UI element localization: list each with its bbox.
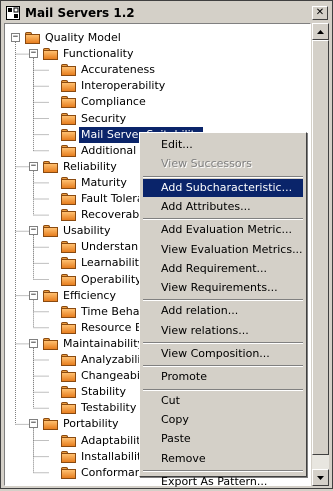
tree-leaf-label[interactable]: Stability [79, 384, 128, 400]
window-title: Mail Servers 1.2 [25, 5, 135, 20]
tree-group-label[interactable]: Reliability [61, 159, 119, 175]
menu-item-export-as-pattern[interactable]: Export As Pattern... [143, 473, 303, 491]
tree-leaf-label[interactable]: Interoperability [79, 78, 167, 94]
menu-item-view-evaluation-metrics[interactable]: View Evaluation Metrics... [143, 241, 303, 259]
menu-item-edit[interactable]: Edit... [143, 136, 303, 154]
tree-leaf-label[interactable]: Fault Tolera [79, 191, 146, 207]
menu-separator [143, 175, 303, 178]
menu-item-copy[interactable]: Copy [143, 411, 303, 429]
tree-leaf-label[interactable]: Resource E [79, 320, 144, 336]
mail-server-app-icon [5, 5, 21, 21]
menu-item-add-subcharacteristic[interactable]: Add Subcharacteristic... [143, 178, 303, 197]
close-icon: ✕ [315, 6, 325, 18]
collapse-toggle[interactable]: − [29, 49, 38, 59]
menu-item-promote[interactable]: Promote [143, 368, 303, 386]
tree-group-label[interactable]: Maintainability [61, 336, 146, 352]
menu-item-add-attributes[interactable]: Add Attributes... [143, 198, 303, 216]
menu-item-add-relation[interactable]: Add relation... [143, 302, 303, 320]
menu-item-cut[interactable]: Cut [143, 392, 303, 410]
collapse-toggle[interactable]: − [29, 226, 38, 236]
menu-item-add-evaluation-metric[interactable]: Add Evaluation Metric... [143, 221, 303, 239]
tree-group-label[interactable]: Usability [61, 223, 113, 239]
scroll-up-button[interactable] [312, 23, 329, 40]
folder-icon [60, 434, 76, 447]
menu-separator [143, 469, 303, 472]
menu-item-view-requirements[interactable]: View Requirements... [143, 279, 303, 297]
folder-icon [60, 353, 76, 366]
close-button[interactable]: ✕ [312, 5, 328, 20]
arrow-up-icon [317, 29, 324, 34]
folder-icon [60, 192, 76, 205]
menu-separator [143, 365, 303, 368]
menu-item-view-relations[interactable]: View relations... [143, 322, 303, 340]
folder-icon [60, 128, 76, 141]
folder-icon [60, 144, 76, 157]
tree-group-label[interactable]: Efficiency [61, 288, 118, 304]
menu-separator [143, 342, 303, 344]
scroll-down-button[interactable] [312, 469, 329, 486]
folder-icon [42, 47, 58, 61]
folder-icon [42, 224, 58, 238]
folder-icon [60, 466, 76, 479]
folder-icon [42, 289, 58, 302]
tree-leaf-label[interactable]: Security [79, 111, 128, 127]
tree-leaf-label[interactable]: Compliance [79, 94, 148, 110]
collapse-toggle[interactable]: − [29, 161, 38, 171]
tree-leaf-label[interactable]: Conforman [79, 465, 144, 481]
collapse-toggle[interactable]: − [11, 33, 20, 42]
vertical-scrollbar[interactable] [312, 23, 329, 486]
folder-icon [60, 176, 76, 189]
menu-item-view-composition[interactable]: View Composition... [143, 345, 303, 363]
arrow-down-icon [317, 475, 324, 480]
tree-leaf-label[interactable]: Learnabilit [79, 255, 141, 271]
menu-separator [143, 299, 303, 302]
tree-root-label[interactable]: Quality Model [43, 30, 123, 46]
tree-leaf-label[interactable]: Analyzabili [79, 352, 142, 368]
tree-leaf-label[interactable]: Changeabili [79, 368, 148, 384]
menu-item-add-requirement[interactable]: Add Requirement... [143, 260, 303, 278]
menu-item-paste[interactable]: Paste [143, 430, 303, 448]
folder-icon [60, 321, 76, 334]
menu-item-view-successors: View Successors [161, 157, 252, 171]
folder-icon [60, 112, 76, 125]
folder-icon [60, 305, 76, 318]
context-menu: Edit... View Successors Add Subcharacteris… [139, 132, 307, 488]
folder-icon [42, 417, 58, 431]
tree-group-label[interactable]: Functionality [61, 46, 135, 62]
folder-icon [60, 95, 76, 109]
folder-icon [60, 369, 76, 383]
menu-item-remove[interactable]: Remove [143, 450, 303, 468]
menu-separator [143, 388, 303, 391]
tree-group-label[interactable]: Portability [61, 416, 121, 432]
folder-icon [42, 337, 58, 350]
tree-leaf-label[interactable]: Testability [79, 400, 138, 416]
folder-icon [60, 401, 76, 415]
folder-icon [60, 79, 76, 93]
folder-icon [60, 256, 76, 270]
tree-leaf-label[interactable]: Recoverab [79, 207, 141, 223]
tree-leaf-label[interactable]: Time Behav [79, 304, 148, 320]
tree-leaf-label[interactable]: Accurateness [79, 62, 157, 78]
menu-separator [143, 218, 303, 221]
mail-servers-window: Mail Servers 1.2 ✕ − Quality Model − Functi… [0, 0, 333, 489]
folder-icon [60, 240, 76, 254]
folder-icon [60, 385, 76, 399]
folder-icon [60, 208, 76, 222]
tree-leaf-label[interactable]: Operability [79, 272, 144, 288]
collapse-toggle[interactable]: − [29, 290, 38, 300]
folder-icon [60, 450, 76, 463]
collapse-toggle[interactable]: − [29, 419, 38, 429]
tree-leaf-label[interactable]: Maturity [79, 175, 129, 191]
tree-leaf-label[interactable]: Understan [79, 239, 140, 255]
folder-icon [42, 160, 58, 173]
title-bar[interactable]: Mail Servers 1.2 ✕ [3, 3, 330, 22]
collapse-toggle[interactable]: − [29, 338, 38, 348]
folder-icon [60, 63, 76, 77]
scrollbar-thumb[interactable] [312, 40, 329, 455]
folder-icon [60, 273, 76, 286]
folder-icon [24, 31, 40, 44]
